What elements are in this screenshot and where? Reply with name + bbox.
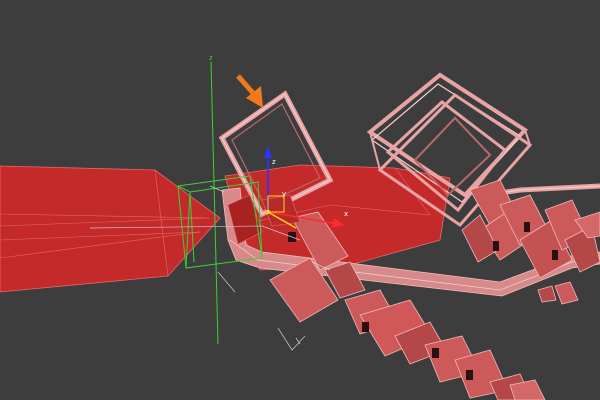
world-z-axis: [210, 61, 219, 345]
world-z-label: z: [209, 54, 213, 62]
arrow-down-right-icon: [236, 74, 263, 108]
gizmo-x-label: x: [344, 210, 348, 218]
gizmo-y-label: y: [282, 190, 286, 198]
viewport-3d[interactable]: z z y x: [0, 0, 600, 400]
gizmo-z-label: z: [272, 158, 276, 166]
scene-canvas[interactable]: z z y x: [0, 0, 600, 400]
